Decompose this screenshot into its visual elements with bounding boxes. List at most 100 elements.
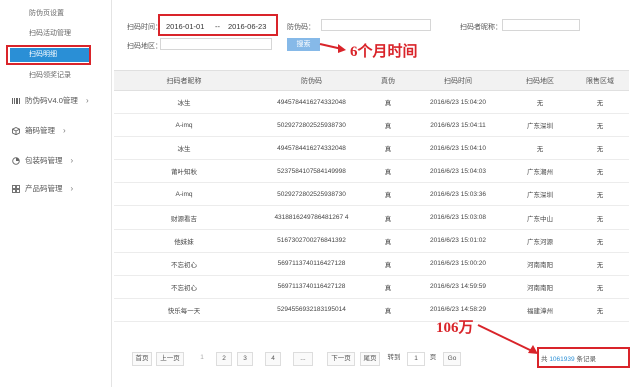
header-restricted-area: 限售区域 <box>571 70 629 91</box>
menu-box-code[interactable]: 箱码管理 › <box>12 125 66 136</box>
page-button[interactable]: 3 <box>237 352 253 366</box>
cell-authenticity: 真 <box>369 113 407 138</box>
arrow-annotation-icon <box>477 324 538 354</box>
table-row: A-imq 5029272802525938730 真 2016/6/23 15:03… <box>114 182 629 207</box>
cell-nickname: A-imq <box>114 113 254 138</box>
cell-code: 5167302700276841392 <box>254 229 369 253</box>
search-button[interactable]: 搜索 <box>287 38 320 51</box>
package-icon <box>12 156 20 165</box>
goto-label: 转到 <box>387 354 401 361</box>
cell-authenticity: 真 <box>369 275 407 299</box>
cell-restricted-area: 无 <box>571 159 629 184</box>
cell-nickname: 冰生 <box>114 136 254 161</box>
pagination-ellipsis: ... <box>293 352 313 366</box>
sidebar-highlight-annotation <box>6 45 91 65</box>
cell-code: 5697113740116427128 <box>254 252 369 276</box>
table-row: 快乐每一天 5294556932183195014 真 2016/6/23 14:58… <box>114 298 629 322</box>
cell-restricted-area: 无 <box>571 252 629 276</box>
cell-code: 5697113740116427128 <box>254 275 369 299</box>
cell-nickname: A-imq <box>114 182 254 207</box>
total-annotation: 106万 <box>436 320 474 336</box>
cell-nickname: 莆叶知秋 <box>114 159 254 184</box>
nickname-input[interactable] <box>502 19 580 31</box>
cell-region: 无 <box>509 136 571 161</box>
header-code: 防伪码 <box>254 70 369 91</box>
cell-authenticity: 真 <box>369 136 407 161</box>
cell-region: 广东中山 <box>509 205 571 230</box>
page-button[interactable]: 1 <box>195 352 209 366</box>
sidebar-item-scan-activity[interactable]: 扫码活动管理 <box>29 28 71 38</box>
cell-authenticity: 真 <box>369 182 407 207</box>
cell-restricted-area: 无 <box>571 205 629 230</box>
total-records: 共 1061939 条记录 <box>541 353 596 363</box>
scan-time-label: 扫码时间： <box>127 24 162 31</box>
chevron-right-icon: › <box>63 126 66 135</box>
cell-code: 5029272802525938730 <box>254 113 369 138</box>
page-button[interactable]: 2 <box>216 352 232 366</box>
region-label: 扫码地区： <box>127 43 162 50</box>
last-page-button[interactable]: 尾页 <box>360 352 380 366</box>
cell-scan-time: 2016/6/23 15:04:20 <box>407 90 509 115</box>
table-row: 冰生 4945784416274332048 真 2016/6/23 15:04:20… <box>114 90 629 115</box>
sidebar-item-antifake-page[interactable]: 防伪页设置 <box>29 8 64 18</box>
region-input[interactable] <box>160 38 272 50</box>
prev-page-button[interactable]: 上一页 <box>156 352 184 366</box>
chevron-right-icon: › <box>70 156 74 165</box>
table-row: 冰生 4945784416274332048 真 2016/6/23 15:04:10… <box>114 136 629 161</box>
code-input[interactable] <box>321 19 431 31</box>
table-row: 莆叶知秋 5237584107584149998 真 2016/6/23 15:04:… <box>114 159 629 184</box>
cell-nickname: 他妹妹 <box>114 229 254 253</box>
grid-icon <box>12 184 20 193</box>
header-region: 扫码地区 <box>509 70 571 91</box>
cell-restricted-area: 无 <box>571 298 629 322</box>
header-scan-time: 扫码时间 <box>407 70 509 91</box>
code-label: 防伪码： <box>287 24 315 31</box>
cell-restricted-area: 无 <box>571 229 629 253</box>
cell-authenticity: 真 <box>369 90 407 115</box>
cell-region: 河南南阳 <box>509 275 571 299</box>
cell-scan-time: 2016/6/23 15:01:02 <box>407 229 509 253</box>
menu-label: 箱码管理 <box>25 126 55 135</box>
menu-antifake-v4[interactable]: 防伪码V4.0管理 › <box>12 95 89 106</box>
cell-region: 广东河源 <box>509 229 571 253</box>
cell-scan-time: 2016/6/23 15:04:03 <box>407 159 509 184</box>
first-page-button[interactable]: 首页 <box>132 352 152 366</box>
total-count: 1061939 <box>549 356 575 363</box>
cell-authenticity: 真 <box>369 252 407 276</box>
goto-page-input[interactable]: 1 <box>407 352 425 366</box>
cell-scan-time: 2016/6/23 15:00:20 <box>407 252 509 276</box>
cell-authenticity: 真 <box>369 229 407 253</box>
scan-detail-table: 扫码者昵称 防伪码 真伪 扫码时间 扫码地区 限售区域 冰生 4945784416… <box>114 70 629 322</box>
cell-region: 无 <box>509 90 571 115</box>
cell-authenticity: 真 <box>369 159 407 184</box>
chevron-right-icon: › <box>85 96 89 105</box>
sidebar-item-scan-prize[interactable]: 扫码领奖记录 <box>29 70 71 80</box>
cell-nickname: 不忘初心 <box>114 275 254 299</box>
cell-scan-time: 2016/6/23 14:59:59 <box>407 275 509 299</box>
next-page-button[interactable]: 下一页 <box>327 352 355 366</box>
cell-region: 河南南阳 <box>509 252 571 276</box>
menu-product-code[interactable]: 产品码管理 › <box>12 183 73 194</box>
table-row: 他妹妹 5167302700276841392 真 2016/6/23 15:01:0… <box>114 229 629 253</box>
cell-nickname: 冰生 <box>114 90 254 115</box>
table-row: 财源看吉 4318816249786481267 4 真 2016/6/23 15:0… <box>114 205 629 230</box>
menu-package-code[interactable]: 包装码管理 › <box>12 155 73 166</box>
cell-code: 4945784416274332048 <box>254 90 369 115</box>
table-row: 不忘初心 5697113740116427128 真 2016/6/23 15:00:… <box>114 252 629 276</box>
cell-scan-time: 2016/6/23 15:04:11 <box>407 113 509 138</box>
cell-code: 4318816249786481267 4 <box>254 205 369 230</box>
menu-label: 产品码管理 <box>25 184 63 193</box>
cell-restricted-area: 无 <box>571 90 629 115</box>
barcode-icon <box>12 97 20 104</box>
page-button[interactable]: 4 <box>265 352 281 366</box>
cell-region: 广东深圳 <box>509 182 571 207</box>
cell-nickname: 快乐每一天 <box>114 298 254 322</box>
date-range-annotation-box <box>158 14 278 36</box>
cell-code: 5237584107584149998 <box>254 159 369 184</box>
cell-restricted-area: 无 <box>571 275 629 299</box>
cell-region: 福建漳州 <box>509 298 571 322</box>
months-annotation: 6个月时间 <box>350 44 418 60</box>
cell-authenticity: 真 <box>369 298 407 322</box>
go-button[interactable]: Go <box>443 352 461 366</box>
cell-region: 广东深圳 <box>509 113 571 138</box>
